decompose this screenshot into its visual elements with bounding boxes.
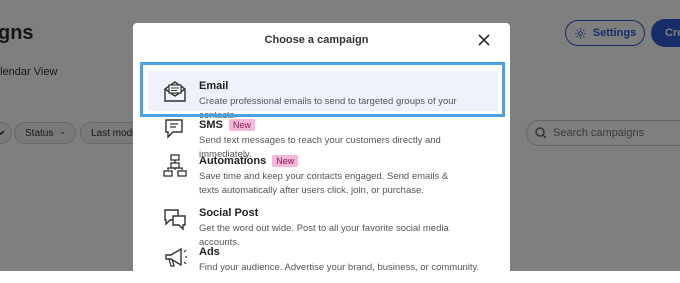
close-icon[interactable] — [477, 33, 491, 47]
social-post-option-name: Social Post — [199, 207, 259, 219]
dialog-title: Choose a campaign — [264, 34, 369, 46]
new-badge: New — [272, 155, 299, 167]
automations-option-description: Save time and keep your contacts engaged… — [199, 171, 449, 196]
social-post-option-description: Get the word out wide. Post to all your … — [199, 223, 449, 248]
megaphone-icon — [165, 247, 187, 267]
social-post-icon — [164, 209, 186, 231]
automations-icon — [163, 154, 187, 177]
sms-icon — [165, 119, 183, 139]
ads-option-name: Ads — [199, 246, 220, 258]
automations-option-name: Automations — [199, 155, 267, 167]
selection-highlight-box — [140, 62, 505, 117]
new-badge: New — [228, 119, 255, 131]
sms-option-name: SMS — [199, 119, 223, 131]
ads-option-description: Find your audience. Advertise your brand… — [199, 262, 480, 273]
